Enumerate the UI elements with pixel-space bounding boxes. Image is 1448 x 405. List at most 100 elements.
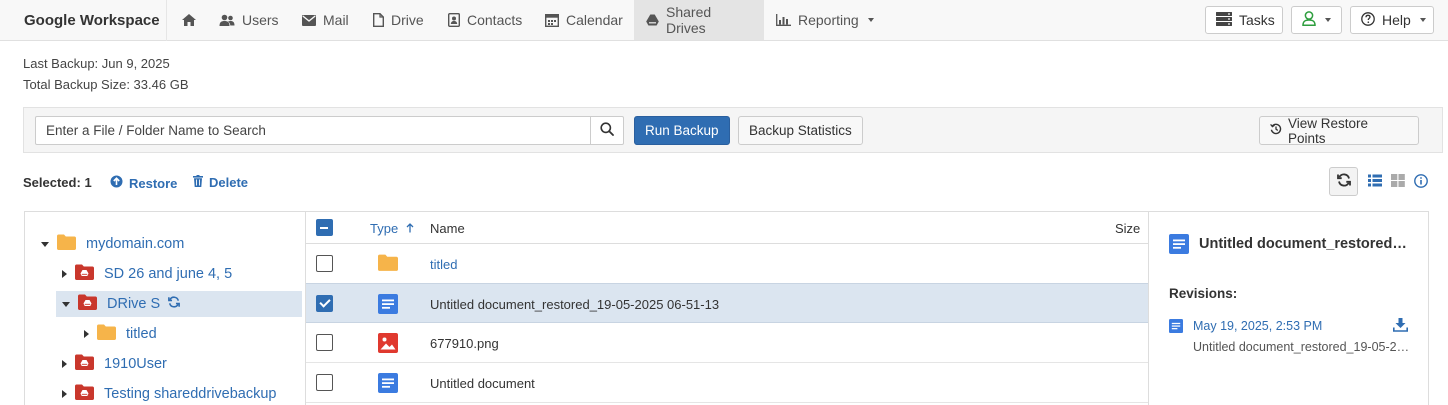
question-icon [1361, 11, 1375, 29]
delete-label: Delete [209, 175, 249, 190]
nav-calendar-label: Calendar [566, 12, 623, 28]
expand-icon[interactable] [84, 330, 89, 338]
total-backup-size-text: Total Backup Size: 33.46 GB [23, 77, 189, 92]
file-name[interactable]: Untitled document_restored_19-05-2025 06… [430, 297, 719, 312]
row-checkbox[interactable] [316, 374, 333, 391]
tree-item-root[interactable]: mydomain.com [41, 231, 184, 257]
search-box [35, 116, 624, 145]
refresh-icon [1336, 173, 1351, 190]
selected-label: Selected: [23, 175, 81, 190]
run-backup-button[interactable]: Run Backup [634, 116, 730, 145]
search-button[interactable] [590, 117, 623, 144]
table-row[interactable]: titled [306, 244, 1148, 284]
nav-reporting[interactable]: Reporting [776, 0, 874, 40]
nav-reporting-label: Reporting [798, 12, 859, 28]
nav-shared-drives[interactable]: Shared Drives [634, 0, 764, 40]
info-button[interactable] [1414, 174, 1428, 191]
backup-toolbar: Run Backup Backup Statistics View Restor… [23, 107, 1443, 153]
google-doc-icon [1169, 234, 1189, 257]
expand-icon[interactable] [62, 390, 67, 398]
contacts-icon [448, 13, 460, 27]
tree-item-shared-drive[interactable]: Testing shareddrivebackup [62, 381, 277, 405]
view-restore-points-button[interactable]: View Restore Points [1259, 115, 1419, 146]
info-icon [1414, 174, 1428, 191]
selected-count-value: 1 [84, 175, 92, 190]
chevron-down-icon [1325, 18, 1331, 22]
file-name[interactable]: 677910.png [430, 336, 499, 351]
type-header-label: Type [370, 221, 399, 236]
search-icon [600, 122, 614, 139]
user-icon [1302, 11, 1316, 29]
expand-icon[interactable] [62, 270, 67, 278]
file-details-panel: Untitled document_restored_19-05-2025 06… [1148, 211, 1429, 405]
shared-drive-folder-icon [75, 264, 94, 284]
folder-tree: mydomain.com SD 26 and june 4, 5 DRive S… [24, 211, 306, 405]
row-checkbox[interactable] [316, 255, 333, 272]
arrow-up-circle-icon [110, 175, 123, 191]
revision-date-link[interactable]: May 19, 2025, 2:53 PM [1193, 319, 1322, 333]
help-button[interactable]: Help [1350, 6, 1434, 34]
chevron-down-icon [867, 18, 874, 22]
revisions-label: Revisions: [1169, 286, 1238, 301]
table-row-selected[interactable]: Untitled document_restored_19-05-2025 06… [306, 283, 1148, 323]
type-column-header[interactable]: Type [370, 221, 414, 236]
tree-item-label: SD 26 and june 4, 5 [104, 266, 233, 282]
delete-button[interactable]: Delete [193, 175, 248, 190]
refresh-button[interactable] [1329, 167, 1358, 196]
search-input[interactable] [36, 117, 586, 144]
expand-icon[interactable] [62, 360, 67, 368]
name-column-header[interactable]: Name [430, 221, 465, 236]
row-checkbox[interactable] [316, 334, 333, 351]
backup-statistics-button[interactable]: Backup Statistics [738, 116, 863, 145]
tree-item-label: 1910User [104, 356, 167, 372]
tasks-label: Tasks [1239, 12, 1275, 28]
tree-item-folder[interactable]: titled [84, 321, 157, 347]
brand-title[interactable]: Google Workspace [24, 12, 160, 29]
nav-shared-drives-label: Shared Drives [666, 4, 712, 36]
file-list-header: Type Name Size [306, 212, 1148, 244]
grid-icon [1391, 174, 1405, 190]
nav-mail[interactable]: Mail [302, 0, 349, 40]
view-restore-points-label: View Restore Points [1288, 115, 1369, 146]
user-menu-button[interactable] [1291, 6, 1342, 34]
collapse-icon[interactable] [41, 241, 49, 247]
google-doc-icon [1169, 319, 1183, 336]
tree-item-label: Testing shareddrivebackup [104, 386, 277, 402]
tasks-button[interactable]: Tasks [1205, 6, 1283, 34]
home-icon [181, 13, 197, 27]
table-row[interactable]: 677910.png [306, 323, 1148, 363]
nav-users[interactable]: Users [219, 0, 279, 40]
list-view-button[interactable] [1368, 174, 1382, 190]
select-all-checkbox[interactable] [316, 219, 333, 236]
size-column-header[interactable]: Size [1115, 221, 1140, 236]
mail-icon [302, 14, 316, 26]
nav-drive[interactable]: Drive [373, 0, 424, 40]
nav-contacts[interactable]: Contacts [448, 0, 522, 40]
image-icon [378, 333, 398, 356]
restore-button[interactable]: Restore [110, 175, 177, 191]
tree-item-shared-drive[interactable]: SD 26 and june 4, 5 [62, 261, 232, 287]
tree-item-shared-drive[interactable]: 1910User [62, 351, 167, 377]
restore-label: Restore [129, 175, 178, 191]
selected-count: Selected: 1 [23, 175, 92, 190]
tree-item-shared-drive-selected[interactable]: DRive S [56, 291, 302, 317]
google-doc-icon [378, 294, 398, 317]
download-icon[interactable] [1393, 318, 1408, 335]
nav-users-label: Users [242, 12, 279, 28]
file-name[interactable]: Untitled document [430, 376, 535, 391]
nav-contacts-label: Contacts [467, 12, 523, 28]
file-name[interactable]: titled [430, 257, 457, 272]
nav-home[interactable] [181, 0, 197, 40]
nav-calendar[interactable]: Calendar [545, 0, 623, 40]
table-row[interactable]: Untitled document [306, 363, 1148, 403]
row-checkbox[interactable] [316, 295, 333, 312]
server-icon [1216, 11, 1232, 29]
grid-view-button[interactable] [1391, 174, 1405, 190]
users-icon [219, 14, 235, 27]
history-icon [1270, 123, 1282, 138]
shared-drive-folder-icon [75, 384, 94, 404]
nav-mail-label: Mail [323, 12, 349, 28]
folder-icon [378, 254, 398, 274]
collapse-icon[interactable] [62, 301, 70, 307]
list-icon [1368, 174, 1382, 190]
